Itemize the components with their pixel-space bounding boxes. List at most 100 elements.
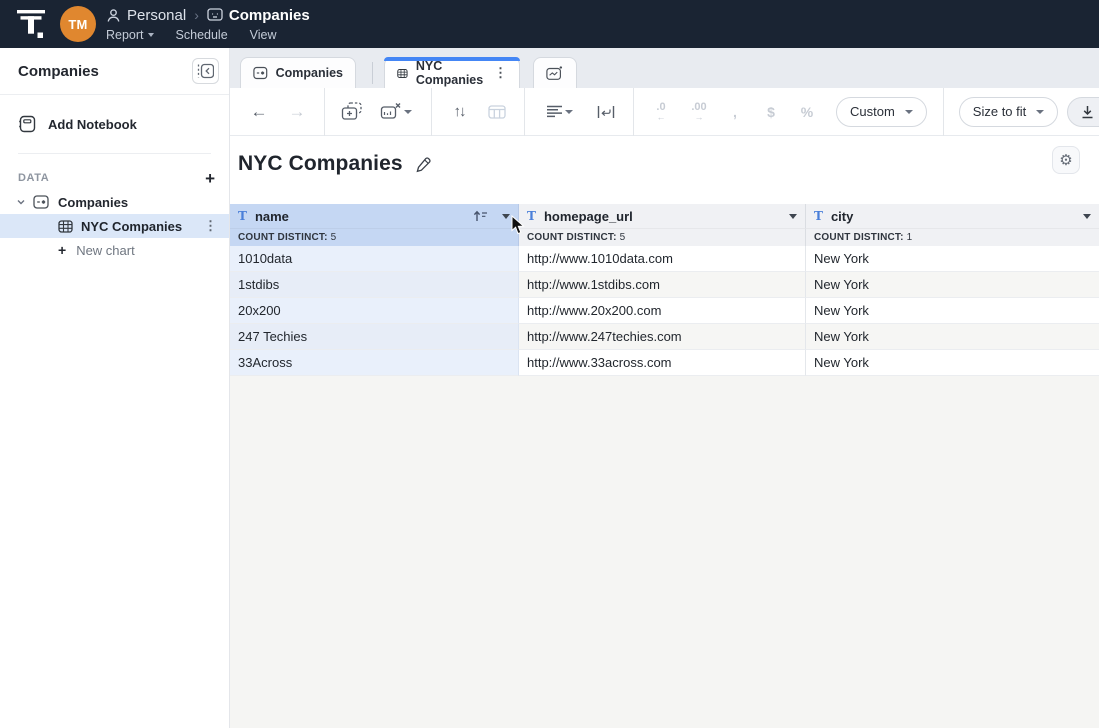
settings-gear-button[interactable]: ⚙: [1052, 146, 1080, 174]
cell-homepage-url[interactable]: http://www.1stdibs.com: [519, 272, 806, 298]
data-table: T name T homepage_url: [230, 204, 1099, 376]
cell-homepage-url[interactable]: http://www.1010data.com: [519, 246, 806, 272]
tab-add-chart[interactable]: [533, 57, 577, 88]
notebook-add-icon: [18, 115, 36, 133]
cell-name[interactable]: 20x200: [230, 298, 519, 324]
kebab-menu-icon[interactable]: ⋮: [204, 218, 217, 234]
chevron-down-icon: [905, 110, 913, 114]
person-icon: [106, 8, 121, 23]
table-summary-row: COUNT DISTINCT:5 COUNT DISTINCT:5 COUNT …: [230, 228, 1099, 246]
columns-button[interactable]: [482, 97, 512, 127]
content-area: NYC Companies ⚙ Click to add chart descr…: [230, 136, 1099, 728]
column-menu-chevron-icon[interactable]: [1083, 214, 1091, 219]
breadcrumb-block: Personal › Companies Report Schedule Vie…: [106, 5, 310, 43]
currency-format-button[interactable]: $: [756, 97, 786, 127]
sidebar: Companies Add Notebook DATA +: [0, 48, 230, 728]
summary-cell-city: COUNT DISTINCT:1: [806, 228, 1099, 246]
align-dropdown-button[interactable]: [537, 97, 581, 127]
sort-ascending-icon[interactable]: [473, 210, 488, 222]
decrease-decimal-button[interactable]: .0←: [646, 97, 676, 127]
chevron-down-icon: [404, 110, 412, 114]
column-header-name[interactable]: T name: [230, 204, 519, 228]
table-row: 1stdibs http://www.1stdibs.com New York: [230, 272, 1099, 298]
app-logo-icon[interactable]: [16, 8, 46, 40]
breadcrumb-parent[interactable]: Personal: [127, 7, 186, 24]
duplicate-step-button[interactable]: [337, 97, 367, 127]
column-menu-chevron-icon[interactable]: [789, 214, 797, 219]
sidebar-item-nyc-companies[interactable]: NYC Companies ⋮: [0, 214, 229, 238]
chart-remove-icon: [380, 102, 402, 121]
report-icon: [207, 8, 223, 22]
menu-schedule[interactable]: Schedule: [176, 28, 228, 42]
sort-button[interactable]: ↑↓: [444, 97, 474, 127]
percent-format-button[interactable]: %: [792, 97, 822, 127]
cell-city[interactable]: New York: [806, 298, 1099, 324]
cell-name[interactable]: 1stdibs: [230, 272, 519, 298]
avatar[interactable]: TM: [60, 6, 96, 42]
size-to-fit-dropdown[interactable]: Size to fit: [959, 97, 1058, 127]
summary-cell-homepage-url: COUNT DISTINCT:5: [519, 228, 806, 246]
thousands-separator-button[interactable]: ,: [720, 97, 750, 127]
cell-homepage-url[interactable]: http://www.33across.com: [519, 350, 806, 376]
text-type-icon: T: [238, 209, 247, 223]
toolbar-divider: [524, 88, 525, 136]
cell-city[interactable]: New York: [806, 350, 1099, 376]
table-row: 20x200 http://www.20x200.com New York: [230, 298, 1099, 324]
text-type-icon: T: [527, 209, 536, 223]
page-title[interactable]: NYC Companies: [238, 152, 403, 176]
column-header-city[interactable]: T city: [806, 204, 1099, 228]
notebook-icon: [33, 195, 49, 209]
redo-forward-button[interactable]: →: [282, 97, 312, 127]
edit-title-pencil-icon[interactable]: [415, 156, 432, 173]
chevron-down-icon: [1036, 110, 1044, 114]
tab-nyc-companies[interactable]: NYC Companies ⋮: [384, 57, 520, 88]
sidebar-item-new-chart[interactable]: + New chart: [0, 238, 229, 262]
table-row: 247 Techies http://www.247techies.com Ne…: [230, 324, 1099, 350]
notebook-icon: [253, 66, 268, 80]
wrap-text-button[interactable]: [591, 97, 621, 127]
tab-divider: [372, 62, 373, 84]
column-menu-chevron-icon[interactable]: [502, 214, 510, 219]
undo-back-button[interactable]: ←: [244, 97, 274, 127]
cell-city[interactable]: New York: [806, 324, 1099, 350]
menu-report[interactable]: Report: [106, 28, 154, 42]
cell-homepage-url[interactable]: http://www.247techies.com: [519, 324, 806, 350]
export-button[interactable]: Export: [1067, 97, 1099, 127]
sidebar-divider: [18, 153, 211, 154]
menubar: Report Schedule View: [106, 27, 310, 43]
column-header-homepage-url[interactable]: T homepage_url: [519, 204, 806, 228]
add-data-button[interactable]: +: [205, 170, 215, 187]
cell-name[interactable]: 1010data: [230, 246, 519, 272]
breadcrumb-current[interactable]: Companies: [229, 7, 310, 24]
breadcrumb-separator: ›: [192, 7, 201, 23]
cell-name[interactable]: 247 Techies: [230, 324, 519, 350]
wrap-text-icon: [597, 105, 615, 119]
summary-cell-name: COUNT DISTINCT:5: [230, 228, 519, 246]
increase-decimal-button[interactable]: .00→: [684, 97, 714, 127]
gear-icon: ⚙: [1059, 153, 1072, 168]
menu-view[interactable]: View: [250, 28, 277, 42]
chevron-down-icon: [148, 33, 154, 37]
download-icon: [1081, 105, 1094, 119]
toolbar-divider: [943, 88, 944, 136]
toolbar: ← → ↑↓: [230, 88, 1099, 136]
duplicate-add-icon: [341, 102, 363, 121]
cell-name[interactable]: 33Across: [230, 350, 519, 376]
chevron-down-icon: [16, 197, 26, 207]
custom-format-dropdown[interactable]: Custom: [836, 97, 927, 127]
topbar: TM Personal › Companies Report Sc: [0, 0, 1099, 48]
tab-kebab-menu-icon[interactable]: ⋮: [494, 65, 507, 81]
align-left-icon: [546, 105, 563, 118]
breadcrumb: Personal › Companies: [106, 5, 310, 25]
cell-city[interactable]: New York: [806, 272, 1099, 298]
add-notebook-button[interactable]: Add Notebook: [0, 109, 229, 139]
summarize-dropdown-button[interactable]: [373, 97, 419, 127]
tab-companies[interactable]: Companies: [240, 57, 356, 88]
cell-homepage-url[interactable]: http://www.20x200.com: [519, 298, 806, 324]
toolbar-divider: [431, 88, 432, 136]
collapse-sidebar-button[interactable]: [192, 58, 219, 84]
cell-city[interactable]: New York: [806, 246, 1099, 272]
table-icon: [58, 220, 73, 233]
data-section-label: DATA: [18, 172, 49, 184]
sidebar-item-companies-notebook[interactable]: Companies: [0, 190, 229, 214]
